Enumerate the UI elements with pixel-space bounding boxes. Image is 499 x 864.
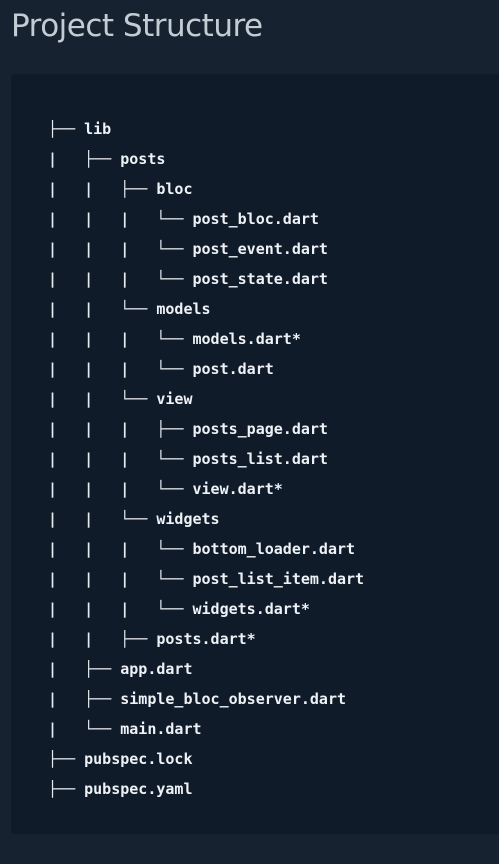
tree-line: ├── lib <box>48 114 364 144</box>
tree-line: | ├── simple_bloc_observer.dart <box>48 684 364 714</box>
tree-entry-name: widgets <box>156 510 220 528</box>
tree-prefix: | | └── <box>48 300 157 318</box>
tree-entry-name: post_bloc.dart <box>192 210 319 228</box>
tree-prefix: | | | └── <box>48 600 193 618</box>
tree-entry-name: models <box>156 300 211 318</box>
tree-prefix: ├── <box>48 120 85 138</box>
tree-line: | | | └── posts_list.dart <box>48 444 364 474</box>
tree-line: | | | └── post.dart <box>48 354 364 384</box>
tree-entry-name: posts_page.dart <box>192 420 328 438</box>
tree-entry-name: post_state.dart <box>192 270 328 288</box>
tree-line: | | | └── post_list_item.dart <box>48 564 364 594</box>
tree-prefix: | | | └── <box>48 360 193 378</box>
tree-line: | | | └── post_event.dart <box>48 234 364 264</box>
tree-entry-name: view.dart* <box>192 480 283 498</box>
tree-prefix: ├── <box>48 750 85 768</box>
tree-prefix: | └── <box>48 720 121 738</box>
tree-line: | | └── widgets <box>48 504 364 534</box>
tree-entry-name: lib <box>84 120 112 138</box>
tree-entry-name: widgets.dart* <box>192 600 310 618</box>
tree-prefix: | | | └── <box>48 450 193 468</box>
tree-entry-name: view <box>156 390 193 408</box>
tree-prefix: | | | └── <box>48 210 193 228</box>
tree-entry-name: post_event.dart <box>192 240 328 258</box>
tree-line: | | └── models <box>48 294 364 324</box>
file-tree: ├── lib | ├── posts | | ├── bloc | | | └… <box>48 114 364 804</box>
tree-prefix: | | | └── <box>48 480 193 498</box>
tree-line: | | | └── models.dart* <box>48 324 364 354</box>
tree-line: | | | └── post_bloc.dart <box>48 204 364 234</box>
tree-entry-name: posts <box>120 150 166 168</box>
tree-entry-name: post_list_item.dart <box>192 570 365 588</box>
tree-line: ├── pubspec.lock <box>48 744 364 774</box>
tree-prefix: | | ├── <box>48 630 157 648</box>
tree-line: | | | └── bottom_loader.dart <box>48 534 364 564</box>
tree-prefix: | ├── <box>48 690 121 708</box>
page-title: Project Structure <box>11 8 263 44</box>
tree-prefix: | | | └── <box>48 270 193 288</box>
tree-entry-name: pubspec.lock <box>84 750 193 768</box>
tree-line: | ├── app.dart <box>48 654 364 684</box>
tree-entry-name: bloc <box>156 180 193 198</box>
tree-entry-name: pubspec.yaml <box>84 780 193 798</box>
tree-entry-name: post.dart <box>192 360 274 378</box>
tree-prefix: | | ├── <box>48 180 157 198</box>
tree-entry-name: simple_bloc_observer.dart <box>120 690 347 708</box>
tree-line: | ├── posts <box>48 144 364 174</box>
tree-entry-name: posts_list.dart <box>192 450 328 468</box>
tree-line: | | | └── view.dart* <box>48 474 364 504</box>
tree-entry-name: models.dart* <box>192 330 301 348</box>
tree-prefix: | | | └── <box>48 240 193 258</box>
code-block: ├── lib | ├── posts | | ├── bloc | | | └… <box>11 74 499 834</box>
tree-prefix: | | └── <box>48 390 157 408</box>
tree-line: | | ├── posts.dart* <box>48 624 364 654</box>
tree-prefix: ├── <box>48 780 85 798</box>
tree-prefix: | ├── <box>48 150 121 168</box>
tree-entry-name: bottom_loader.dart <box>192 540 356 558</box>
tree-prefix: | | | └── <box>48 330 193 348</box>
tree-prefix: | | | ├── <box>48 420 193 438</box>
tree-prefix: | ├── <box>48 660 121 678</box>
tree-entry-name: app.dart <box>120 660 193 678</box>
tree-line: | | └── view <box>48 384 364 414</box>
tree-entry-name: posts.dart* <box>156 630 256 648</box>
tree-prefix: | | └── <box>48 510 157 528</box>
tree-line: | | | └── widgets.dart* <box>48 594 364 624</box>
tree-line: ├── pubspec.yaml <box>48 774 364 804</box>
tree-line: | | | └── post_state.dart <box>48 264 364 294</box>
tree-prefix: | | | └── <box>48 570 193 588</box>
tree-prefix: | | | └── <box>48 540 193 558</box>
tree-line: | └── main.dart <box>48 714 364 744</box>
tree-line: | | ├── bloc <box>48 174 364 204</box>
tree-line: | | | ├── posts_page.dart <box>48 414 364 444</box>
tree-entry-name: main.dart <box>120 720 202 738</box>
